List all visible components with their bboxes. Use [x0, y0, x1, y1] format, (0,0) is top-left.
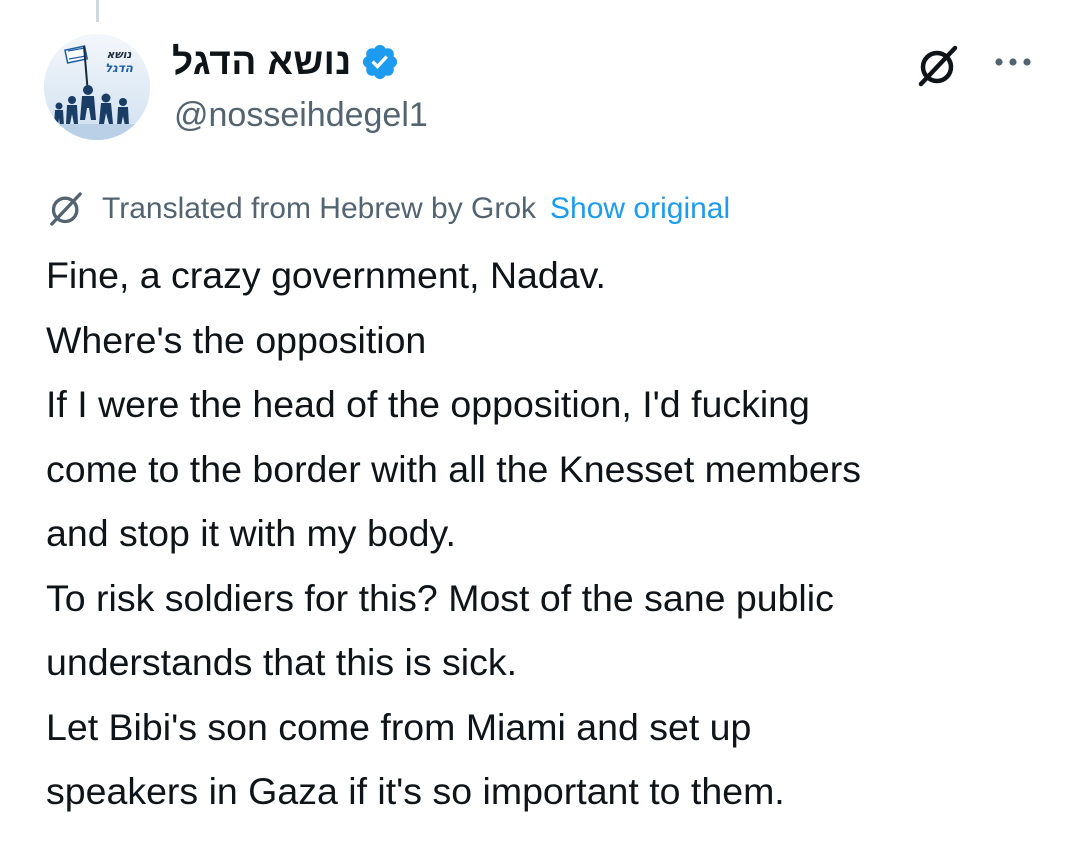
group-with-flag-avatar-icon: נושא הדגל: [44, 34, 150, 140]
author-display-name[interactable]: נושא הדגל: [172, 41, 352, 83]
thread-connector-line: [96, 0, 99, 22]
avatar[interactable]: נושא הדגל: [44, 34, 150, 140]
grok-icon: [918, 45, 958, 87]
grok-button[interactable]: [910, 38, 966, 94]
tweet-line: understands that this is sick.: [46, 641, 518, 683]
svg-text:נושא: נושא: [106, 48, 131, 61]
svg-text:הדגל: הדגל: [105, 61, 133, 75]
tweet-line: If I were the head of the opposition, I'…: [46, 383, 810, 425]
tweet-line: To risk soldiers for this? Most of the s…: [46, 576, 834, 619]
translation-label: Translated from Hebrew by Grok: [102, 192, 537, 225]
tweet-line: Fine, a crazy government, Nadav.: [46, 254, 606, 296]
verified-badge-icon: [362, 44, 397, 80]
translation-notice: Translated from Hebrew by Grok Show orig…: [46, 188, 730, 230]
author-handle[interactable]: @nosseihdegel1: [174, 96, 428, 135]
tweet-line: speakers in Gaza if it's so important to…: [46, 770, 785, 812]
tweet-line: Let Bibi's son come from Miami and set u…: [46, 705, 752, 748]
author-name-row[interactable]: נושא הדגל: [172, 38, 400, 86]
tweet-text: Fine, a crazy government, Nadav. Where's…: [46, 243, 1056, 824]
tweet-line: and stop it with my body.: [46, 512, 456, 554]
tweet-line: come to the border with all the Knesset …: [46, 447, 861, 490]
tweet-line: Where's the opposition: [46, 318, 427, 361]
more-dots-icon: [995, 58, 1031, 66]
more-options-button[interactable]: [988, 40, 1038, 84]
show-original-link[interactable]: Show original: [550, 192, 730, 226]
grok-icon: [50, 192, 82, 226]
